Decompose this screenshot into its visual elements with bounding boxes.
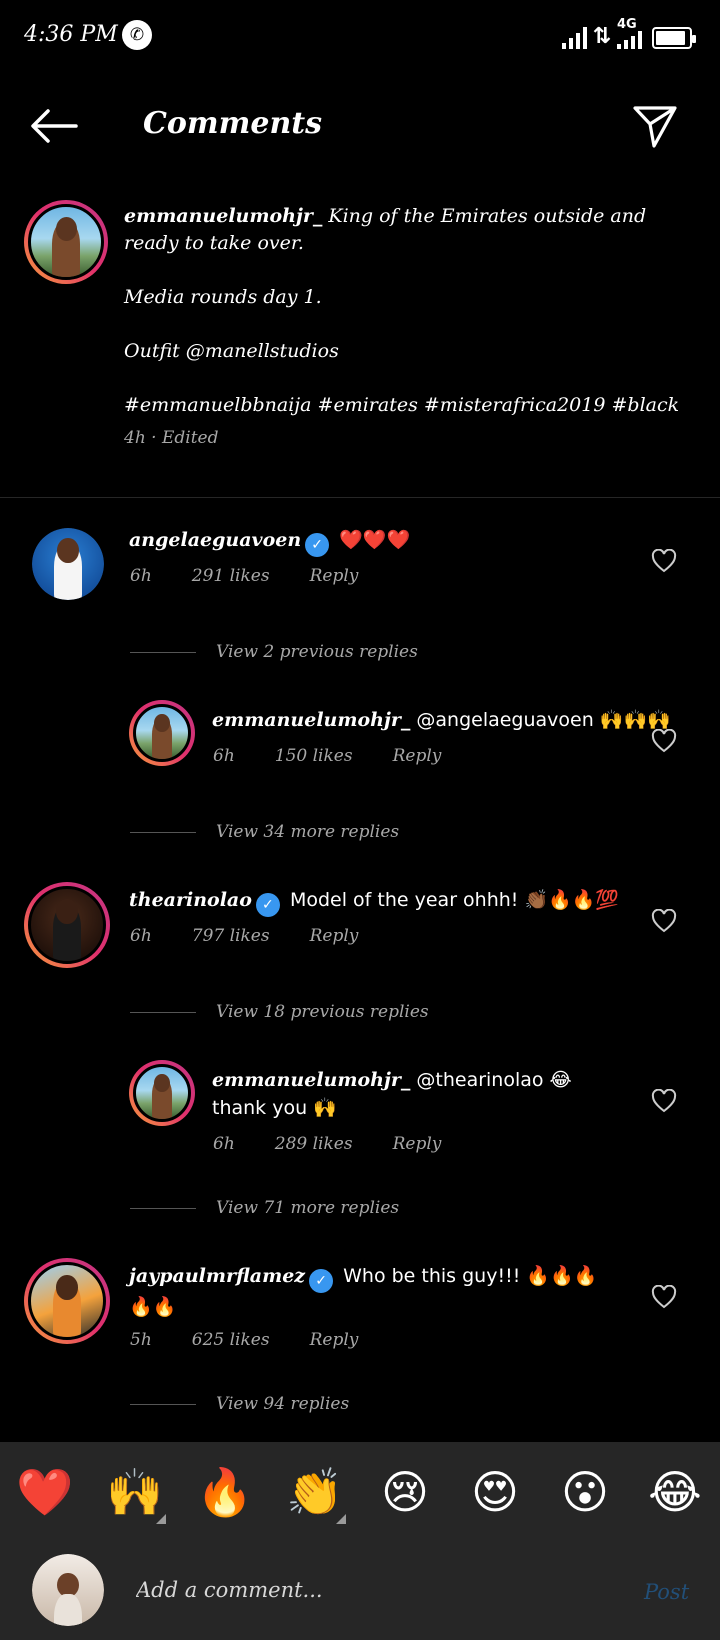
reply-button[interactable]: Reply <box>310 1330 359 1350</box>
signal-icon <box>561 23 587 49</box>
comment-meta: 6h 150 likes Reply <box>213 746 481 766</box>
caption-text: Outfit @manellstudios <box>124 340 339 362</box>
view-replies-button[interactable]: View 94 replies <box>130 1394 349 1414</box>
data-transfer-icon: ⇅ <box>592 24 611 49</box>
heart-icon[interactable] <box>651 1089 677 1113</box>
view-replies-label: View 18 previous replies <box>216 1002 429 1022</box>
view-replies-button[interactable]: View 71 more replies <box>130 1198 399 1218</box>
comment-username[interactable]: angelaeguavoen <box>129 529 301 551</box>
view-replies-button[interactable]: View 18 previous replies <box>130 1002 429 1022</box>
verified-badge-icon: ✓ <box>309 1269 334 1293</box>
comment-username[interactable]: emmanuelumohjr_ <box>212 709 410 731</box>
reply-button[interactable]: Reply <box>310 566 359 586</box>
comment-avatar[interactable] <box>24 1258 110 1344</box>
comment-avatar[interactable] <box>24 882 110 968</box>
page-title: Comments <box>143 106 323 141</box>
comment-username[interactable]: thearinolao <box>129 889 252 911</box>
caption-username[interactable]: emmanuelumohjr_ <box>124 205 322 227</box>
comment-likes[interactable]: 289 likes <box>275 1134 353 1154</box>
comment-likes[interactable]: 797 likes <box>192 926 270 946</box>
network-type: 4G <box>617 17 637 32</box>
whatsapp-icon: ✆ <box>122 20 152 50</box>
emoji-heart-eyes-button[interactable]: 😍 <box>460 1465 530 1519</box>
verified-badge-icon: ✓ <box>305 533 330 557</box>
heart-icon[interactable] <box>651 909 677 933</box>
comment-meta: 6h 291 likes Reply <box>130 566 398 586</box>
current-user-avatar <box>32 1554 104 1626</box>
comment-meta: 6h 289 likes Reply <box>213 1134 481 1154</box>
emoji-fire-button[interactable]: 🔥 <box>190 1465 260 1520</box>
comment-likes[interactable]: 291 likes <box>192 566 270 586</box>
comment-text: @angelaeguavoen 🙌🙌🙌 <box>416 709 671 731</box>
emoji-glyph: 🙌 <box>106 1464 164 1519</box>
emoji-crying-button[interactable]: 😢 <box>370 1465 440 1519</box>
emoji-heart-button[interactable]: ❤️ <box>10 1465 80 1520</box>
caption-hashtags: #emmanuelbbnaija #emirates #misterafrica… <box>124 394 680 416</box>
emoji-laughing-button[interactable]: 😂 <box>640 1465 710 1519</box>
comment-input[interactable] <box>136 1570 586 1610</box>
comment-avatar[interactable] <box>32 528 104 600</box>
comment-avatar[interactable] <box>129 700 195 766</box>
status-time: 4:36 PM <box>24 22 118 47</box>
reply-button[interactable]: Reply <box>393 746 442 766</box>
heart-icon[interactable] <box>651 1285 677 1309</box>
comment-time: 6h <box>213 1134 235 1154</box>
comment-meta: 5h 625 likes Reply <box>130 1330 398 1350</box>
comment-text: Model of the year ohhh! 👏🏾🔥🔥💯 <box>289 889 620 911</box>
comment-time: 6h <box>213 746 235 766</box>
comment-likes[interactable]: 150 likes <box>275 746 353 766</box>
view-replies-label: View 2 previous replies <box>216 642 418 662</box>
comment-time: 5h <box>130 1330 152 1350</box>
emoji-surprised-button[interactable]: 😮 <box>550 1465 620 1519</box>
emoji-raised-hands-button[interactable]: 🙌 <box>100 1464 170 1524</box>
comment: emmanuelumohjr_ @angelaeguavoen 🙌🙌🙌 <box>212 706 671 734</box>
caption-text: Media rounds day 1. <box>124 286 322 308</box>
verified-badge-icon: ✓ <box>255 893 280 917</box>
send-icon[interactable] <box>632 104 678 150</box>
comment: thearinolao ✓ Model of the year ohhh! 👏🏾🔥… <box>129 886 619 917</box>
comment-username[interactable]: emmanuelumohjr_ <box>212 1069 410 1091</box>
view-replies-label: View 94 replies <box>216 1394 350 1414</box>
emoji-clap-button[interactable]: 👏 <box>280 1464 350 1524</box>
caption-meta: 4h · Edited <box>124 428 219 448</box>
comment: emmanuelumohjr_ @thearinolao 😂 thank you… <box>212 1066 622 1122</box>
back-arrow-icon[interactable] <box>30 108 78 144</box>
battery-icon <box>652 27 696 49</box>
comment-time: 6h <box>130 566 152 586</box>
view-replies-label: View 71 more replies <box>216 1198 400 1218</box>
comment: angelaeguavoen ✓ ❤️❤️❤️ <box>129 526 410 557</box>
view-replies-button[interactable]: View 34 more replies <box>130 822 399 842</box>
view-replies-label: View 34 more replies <box>216 822 400 842</box>
status-icons: ⇅ 4G <box>561 17 696 49</box>
emoji-quick-bar: ❤️ 🙌 🔥 👏 😢 😍 😮 😂 <box>0 1442 720 1542</box>
signal-icon <box>617 31 642 49</box>
comment-text: ❤️❤️❤️ <box>339 529 411 551</box>
comment-likes[interactable]: 625 likes <box>192 1330 270 1350</box>
comment: jaypaulmrflamez ✓ Who be this guy!!! 🔥🔥🔥🔥… <box>129 1262 609 1321</box>
comment-time: 6h <box>130 926 152 946</box>
post-button[interactable]: Post <box>644 1580 689 1604</box>
caption-avatar[interactable] <box>24 200 108 284</box>
heart-icon[interactable] <box>651 549 677 573</box>
emoji-glyph: 👏 <box>286 1464 344 1519</box>
comment-meta: 6h 797 likes Reply <box>130 926 398 946</box>
reply-button[interactable]: Reply <box>310 926 359 946</box>
divider <box>0 497 720 498</box>
heart-icon[interactable] <box>651 729 677 753</box>
caption: emmanuelumohjr_ King of the Emirates out… <box>124 203 699 419</box>
comment-avatar[interactable] <box>129 1060 195 1126</box>
view-replies-button[interactable]: View 2 previous replies <box>130 642 418 662</box>
reply-button[interactable]: Reply <box>393 1134 442 1154</box>
comment-username[interactable]: jaypaulmrflamez <box>129 1265 305 1287</box>
